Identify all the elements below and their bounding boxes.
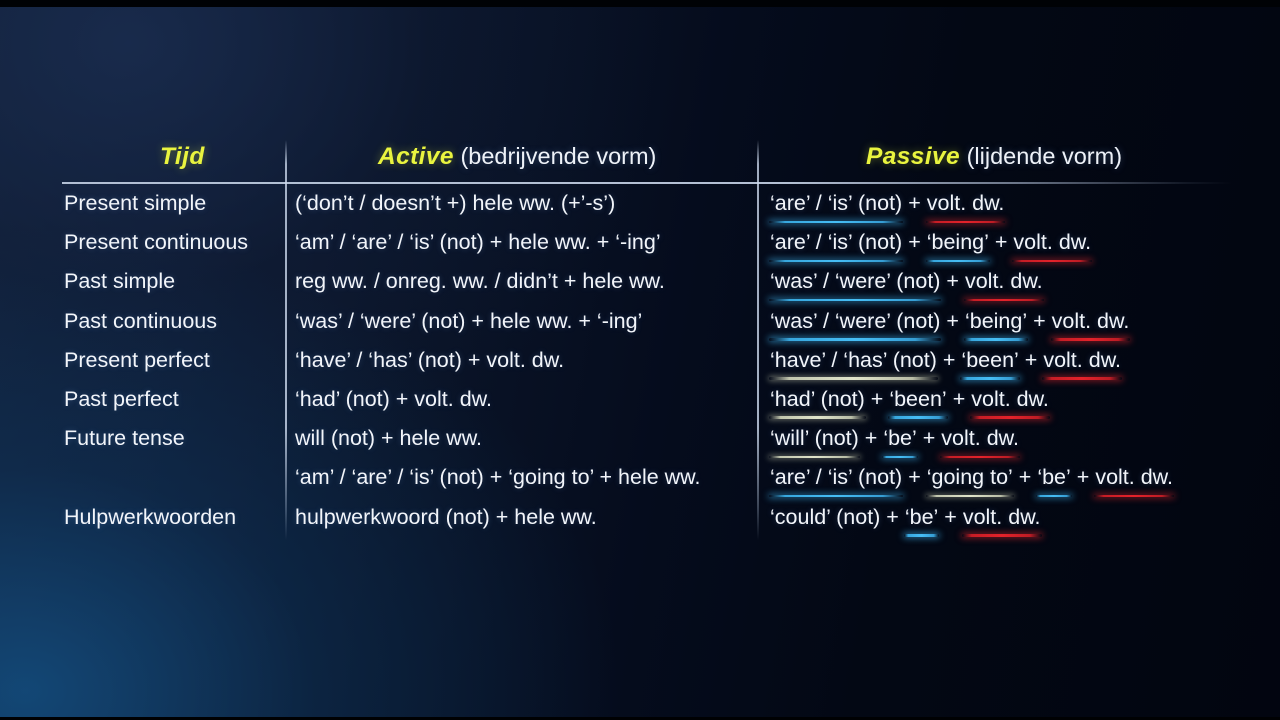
passive-form-cell: ‘are’ / ‘is’ (not) + volt. dw. — [768, 190, 1006, 223]
passive-marked-segment-pale: ‘will’ (not) — [769, 426, 860, 459]
passive-plain-segment: + — [1018, 347, 1044, 372]
passive-plain-segment: + — [916, 426, 942, 451]
active-form-cell: ‘was’ / ‘were’ (not) + hele ww. + ‘-ing’ — [295, 308, 643, 333]
passive-form-cell: ‘are’ / ‘is’ (not) + ‘going to’ + ‘be’ +… — [768, 464, 1174, 498]
passive-marked-segment-red: volt. dw. — [1050, 308, 1131, 341]
passive-marked-segment-blue: ‘be’ — [903, 504, 940, 537]
passive-plain-segment: + — [1027, 308, 1052, 333]
passive-marked-segment-blue: ‘being’ — [963, 308, 1029, 341]
active-form-cell: reg ww. / onreg. ww. / didn’t + hele ww. — [295, 269, 665, 294]
passive-plain-segment: + — [1012, 465, 1038, 490]
passive-marked-segment-pale: ‘had’ (not) — [769, 386, 866, 419]
passive-plain-segment: + — [988, 230, 1014, 255]
active-form-cell: (‘don’t / doesn’t +) hele ww. (+’-s’) — [295, 191, 616, 215]
active-form-cell: hulpwerkwoord (not) + hele ww. — [295, 504, 597, 529]
grammar-table: Tijd Active (bedrijvende vorm) Passive (… — [0, 0, 1280, 720]
passive-plain-segment: + — [858, 426, 884, 451]
table-row: Present simple (‘don’t / doesn’t +) hele … — [0, 190, 1280, 229]
passive-marked-segment-blue: ‘are’ / ‘is’ (not) — [768, 230, 904, 263]
active-form-cell: will (not) + hele ww. — [295, 426, 483, 451]
tense-cell: Present simple — [64, 191, 207, 215]
active-form-cell: ‘am’ / ‘are’ / ‘is’ (not) + hele ww. + ‘… — [295, 230, 661, 255]
passive-marked-segment-red: volt. dw. — [925, 191, 1006, 223]
table-row: Hulpwerkwoorden hulpwerkwoord (not) + hel… — [0, 504, 1280, 543]
passive-plain-segment: ‘could’ (not) + — [770, 504, 905, 529]
passive-marked-segment-blue: ‘are’ / ‘is’ (not) — [768, 191, 904, 223]
passive-form-cell: ‘have’ / ‘has’ (not) + ‘been’ + volt. dw… — [769, 347, 1122, 380]
column-header-passive: Passive (lijdende vorm) — [866, 143, 1122, 171]
passive-plain-segment: + — [936, 347, 962, 372]
table-row: Past continuous ‘was’ / ‘were’ (not) + he… — [0, 308, 1280, 347]
passive-marked-segment-blue: ‘are’ / ‘is’ (not) — [768, 465, 904, 498]
column-header-active-label: Active — [378, 143, 454, 170]
passive-form-cell: ‘will’ (not) + ‘be’ + volt. dw. — [769, 425, 1020, 459]
passive-marked-segment-blue: ‘be’ — [1036, 465, 1073, 498]
table-body: Present simple (‘don’t / doesn’t +) hele … — [0, 190, 1280, 543]
passive-plain-segment: + — [946, 386, 972, 411]
passive-marked-segment-blue: ‘being’ — [925, 230, 991, 263]
passive-marked-segment-blue: ‘was’ / ‘were’ (not) — [768, 269, 942, 302]
active-form-cell: ‘am’ / ‘are’ / ‘is’ (not) + ‘going to’ +… — [295, 465, 701, 490]
column-header-passive-label: Passive — [866, 143, 961, 170]
passive-marked-segment-red: volt. dw. — [961, 504, 1042, 537]
passive-marked-segment-blue: ‘been’ — [888, 386, 949, 419]
table-header-row: Tijd Active (bedrijvende vorm) Passive (… — [0, 143, 1280, 181]
passive-marked-segment-blue: ‘be’ — [882, 426, 919, 459]
top-letterbox-band — [0, 0, 1280, 7]
passive-marked-segment-red: volt. dw. — [940, 426, 1020, 459]
column-header-tijd-label: Tijd — [160, 143, 205, 170]
passive-marked-segment-pale: ‘have’ / ‘has’ (not) — [769, 347, 938, 380]
slide-canvas: Tijd Active (bedrijvende vorm) Passive (… — [0, 0, 1280, 720]
passive-plain-segment: + — [1070, 465, 1096, 490]
passive-form-cell: ‘are’ / ‘is’ (not) + ‘being’ + volt. dw. — [768, 229, 1092, 263]
table-row: ‘am’ / ‘are’ / ‘is’ (not) + ‘going to’ +… — [0, 464, 1280, 503]
tense-cell: Past perfect — [64, 386, 179, 411]
passive-plain-segment: + — [902, 191, 927, 215]
passive-form-cell: ‘could’ (not) + ‘be’ + volt. dw. — [770, 504, 1042, 537]
passive-marked-segment-red: volt. dw. — [963, 269, 1044, 302]
column-header-active-note: (bedrijvende vorm) — [453, 143, 657, 169]
column-header-active: Active (bedrijvende vorm) — [378, 143, 656, 171]
passive-form-cell: ‘was’ / ‘were’ (not) + ‘being’ + volt. d… — [768, 308, 1131, 341]
active-form-cell: ‘had’ (not) + volt. dw. — [295, 386, 492, 411]
tense-cell: Past continuous — [64, 308, 217, 333]
table-row: Past perfect ‘had’ (not) + volt. dw. ‘had’… — [0, 386, 1280, 425]
header-separator-rule — [62, 182, 1232, 184]
passive-plain-segment: + — [902, 230, 927, 255]
passive-marked-segment-blue: ‘been’ — [960, 347, 1021, 380]
passive-marked-segment-red: volt. dw. — [1042, 347, 1122, 380]
table-row: Present perfect ‘have’ / ‘has’ (not) + vo… — [0, 347, 1280, 386]
tense-cell: Present perfect — [64, 347, 210, 372]
passive-form-cell: ‘was’ / ‘were’ (not) + volt. dw. — [768, 268, 1044, 302]
table-row: Present continuous ‘am’ / ‘are’ / ‘is’ (n… — [0, 229, 1280, 268]
tense-cell: Hulpwerkwoorden — [64, 504, 237, 529]
table-row: Past simple reg ww. / onreg. ww. / didn’t… — [0, 268, 1280, 307]
passive-plain-segment: + — [864, 386, 890, 411]
column-header-passive-note: (lijdende vorm) — [960, 143, 1123, 169]
tense-cell: Past simple — [64, 269, 176, 294]
passive-marked-segment-blue: ‘was’ / ‘were’ (not) — [768, 308, 942, 341]
table-row: Future tense will (not) + hele ww. ‘will’ … — [0, 425, 1280, 464]
passive-marked-segment-pale: ‘going to’ — [925, 465, 1014, 498]
passive-plain-segment: + — [902, 465, 927, 490]
active-form-cell: ‘have’ / ‘has’ (not) + volt. dw. — [295, 347, 565, 372]
passive-plain-segment: + — [938, 504, 963, 529]
passive-marked-segment-red: volt. dw. — [1094, 465, 1174, 498]
passive-marked-segment-red: volt. dw. — [970, 386, 1050, 419]
passive-plain-segment: + — [940, 308, 965, 333]
passive-plain-segment: + — [940, 269, 965, 294]
tense-cell: Present continuous — [64, 230, 249, 255]
column-header-tijd: Tijd — [160, 143, 205, 171]
passive-form-cell: ‘had’ (not) + ‘been’ + volt. dw. — [769, 386, 1050, 419]
passive-marked-segment-red: volt. dw. — [1012, 230, 1092, 263]
tense-cell: Future tense — [64, 426, 185, 451]
